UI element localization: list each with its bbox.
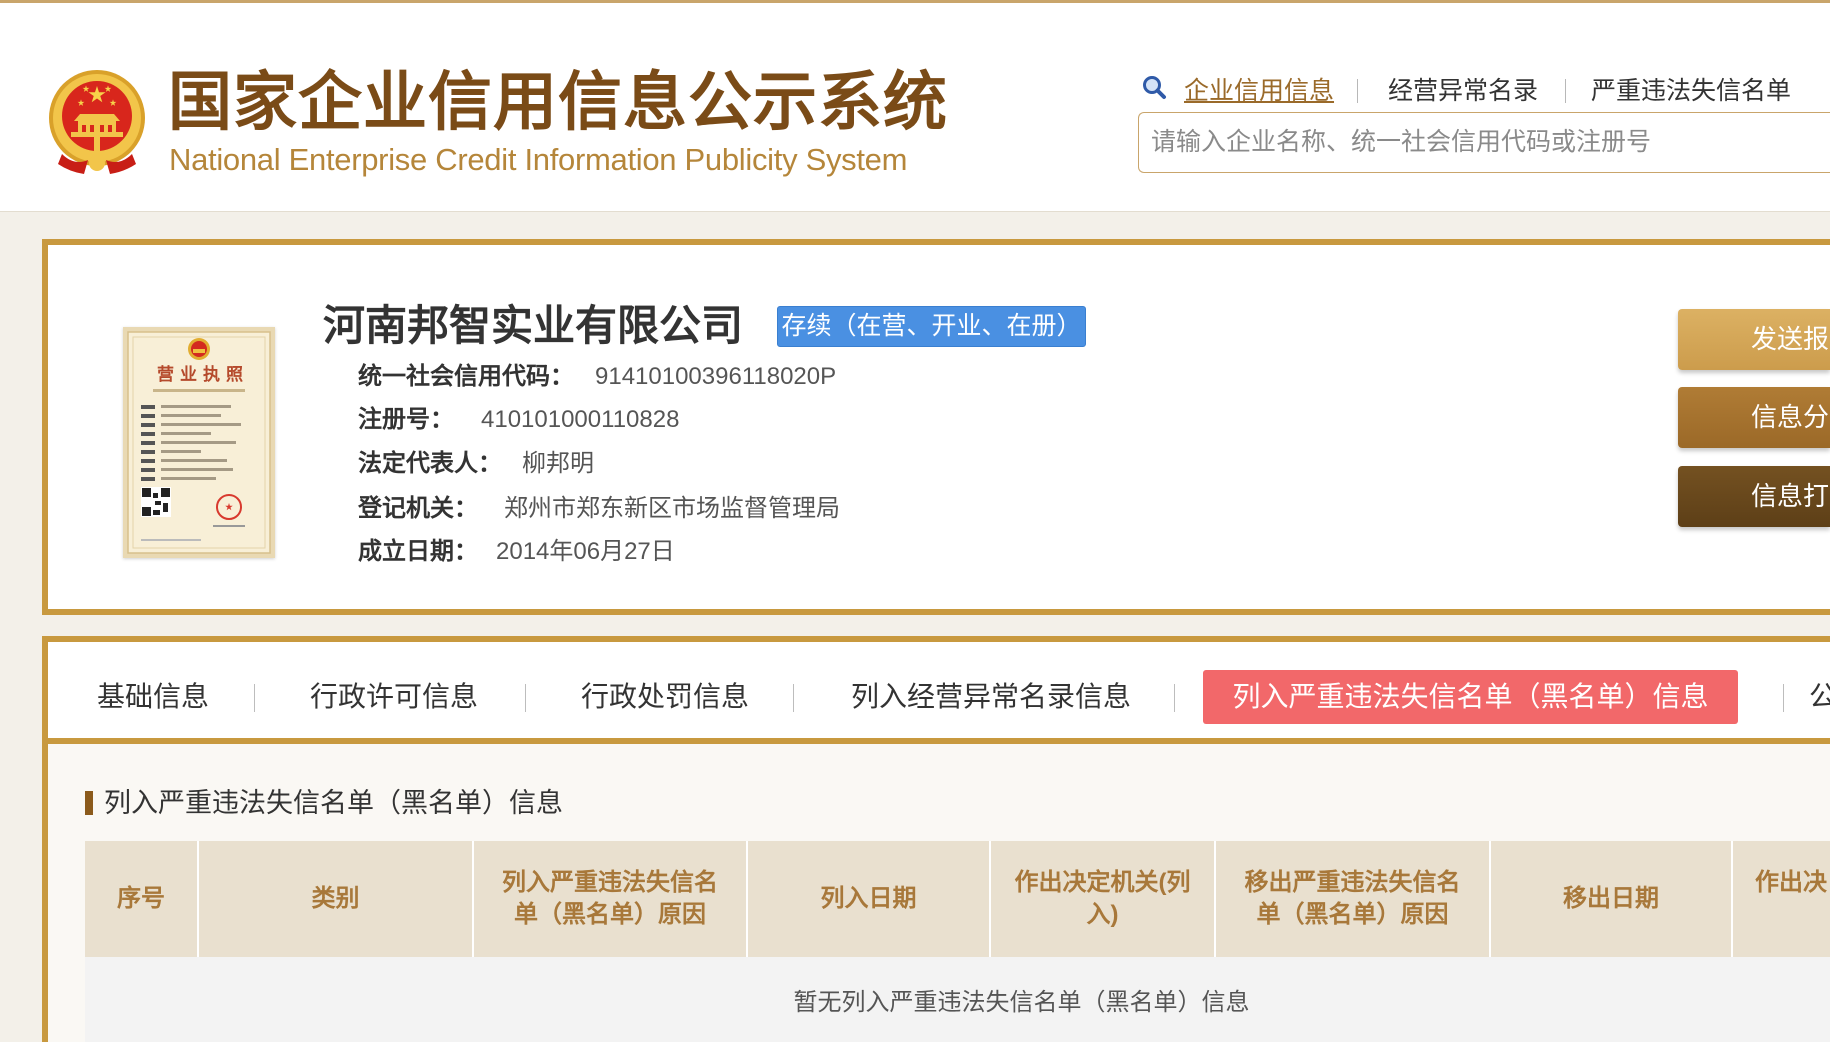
column-header-listing-reason: 列入严重违法失信名单（黑名单）原因	[473, 841, 748, 957]
registration-authority-label: 登记机关：	[358, 495, 478, 522]
nav-separator	[1565, 79, 1566, 103]
send-report-button[interactable]: 发送报告	[1678, 309, 1830, 370]
established-date-label: 成立日期：	[358, 538, 478, 565]
column-header-listing-date: 列入日期	[747, 841, 991, 957]
nav-serious-violation-list[interactable]: 严重违法失信名单	[1591, 76, 1791, 106]
credit-code-label: 统一社会信用代码：	[358, 363, 574, 390]
company-info-card: 营业执照 河南邦智实业有限公司 存续（在营、开业、在册） 统一社会信用代码： 9…	[42, 239, 1830, 615]
site-subtitle: National Enterprise Credit Information P…	[169, 142, 908, 177]
print-info-button[interactable]: 信息打印	[1678, 466, 1830, 527]
status-badge: 存续（在营、开业、在册）	[777, 306, 1086, 347]
nav-enterprise-credit-info[interactable]: 企业信用信息	[1184, 76, 1334, 106]
tab-next[interactable]: 公	[1809, 680, 1830, 714]
tab-separator	[1174, 684, 1175, 712]
credit-code-value: 91410100396118020P	[595, 363, 837, 390]
registration-authority-value: 郑州市郑东新区市场监督管理局	[504, 495, 840, 522]
section-title: 列入严重违法失信名单（黑名单）信息	[104, 788, 563, 818]
column-header-removal-authority: 作出决	[1732, 841, 1830, 957]
column-header-removal-reason: 移出严重违法失信名单（黑名单）原因	[1215, 841, 1491, 957]
search-input[interactable]	[1138, 112, 1830, 173]
tab-administrative-license[interactable]: 行政许可信息	[310, 680, 478, 714]
license-title-text: 营业执照	[157, 364, 249, 384]
tab-separator	[254, 684, 255, 712]
tab-serious-violation-blacklist[interactable]: 列入严重违法失信名单（黑名单）信息	[1203, 670, 1738, 724]
company-name: 河南邦智实业有限公司	[323, 302, 744, 349]
empty-table-message: 暂无列入严重违法失信名单（黑名单）信息	[85, 957, 1830, 1042]
nav-abnormal-operation-list[interactable]: 经营异常名录	[1388, 76, 1538, 106]
column-header-index: 序号	[85, 841, 199, 957]
tab-separator	[1783, 684, 1784, 712]
legal-representative-label: 法定代表人：	[358, 450, 502, 477]
blacklist-table: 序号 类别 列入严重违法失信名单（黑名单）原因 列入日期 作出决定机关(列入) …	[85, 841, 1830, 1042]
section-marker	[85, 791, 93, 815]
tab-separator	[525, 684, 526, 712]
tab-separator	[793, 684, 794, 712]
column-header-removal-date: 移出日期	[1490, 841, 1733, 957]
registration-number-value: 410101000110828	[481, 406, 680, 433]
search-icon	[1143, 76, 1166, 99]
site-title: 国家企业信用信息公示系统	[168, 66, 948, 138]
column-header-category: 类别	[198, 841, 474, 957]
tab-bar: 基础信息 行政许可信息 行政处罚信息 列入经营异常名录信息 列入严重违法失信名单…	[48, 642, 1830, 744]
business-license-image[interactable]: 营业执照	[123, 327, 275, 558]
legal-representative-value: 柳邦明	[522, 450, 594, 477]
tab-abnormal-operation[interactable]: 列入经营异常名录信息	[851, 680, 1131, 714]
site-header: 国家企业信用信息公示系统 National Enterprise Credit …	[0, 0, 1830, 212]
national-emblem-icon	[49, 70, 145, 174]
column-header-listing-authority: 作出决定机关(列入)	[990, 841, 1216, 957]
tab-administrative-penalty[interactable]: 行政处罚信息	[581, 680, 749, 714]
table-empty-row: 暂无列入严重违法失信名单（黑名单）信息	[85, 957, 1830, 1042]
established-date-value: 2014年06月27日	[496, 538, 675, 565]
share-info-button[interactable]: 信息分享	[1678, 387, 1830, 448]
nav-separator	[1357, 79, 1358, 103]
registration-number-label: 注册号：	[358, 406, 454, 433]
tab-basic-info[interactable]: 基础信息	[97, 680, 209, 714]
table-header-row: 序号 类别 列入严重违法失信名单（黑名单）原因 列入日期 作出决定机关(列入) …	[85, 841, 1830, 957]
tab-content: 列入严重违法失信名单（黑名单）信息 序号 类别 列入严重违法失信名单（黑名单）原…	[48, 744, 1830, 1042]
detail-card: 基础信息 行政许可信息 行政处罚信息 列入经营异常名录信息 列入严重违法失信名单…	[42, 636, 1830, 1042]
